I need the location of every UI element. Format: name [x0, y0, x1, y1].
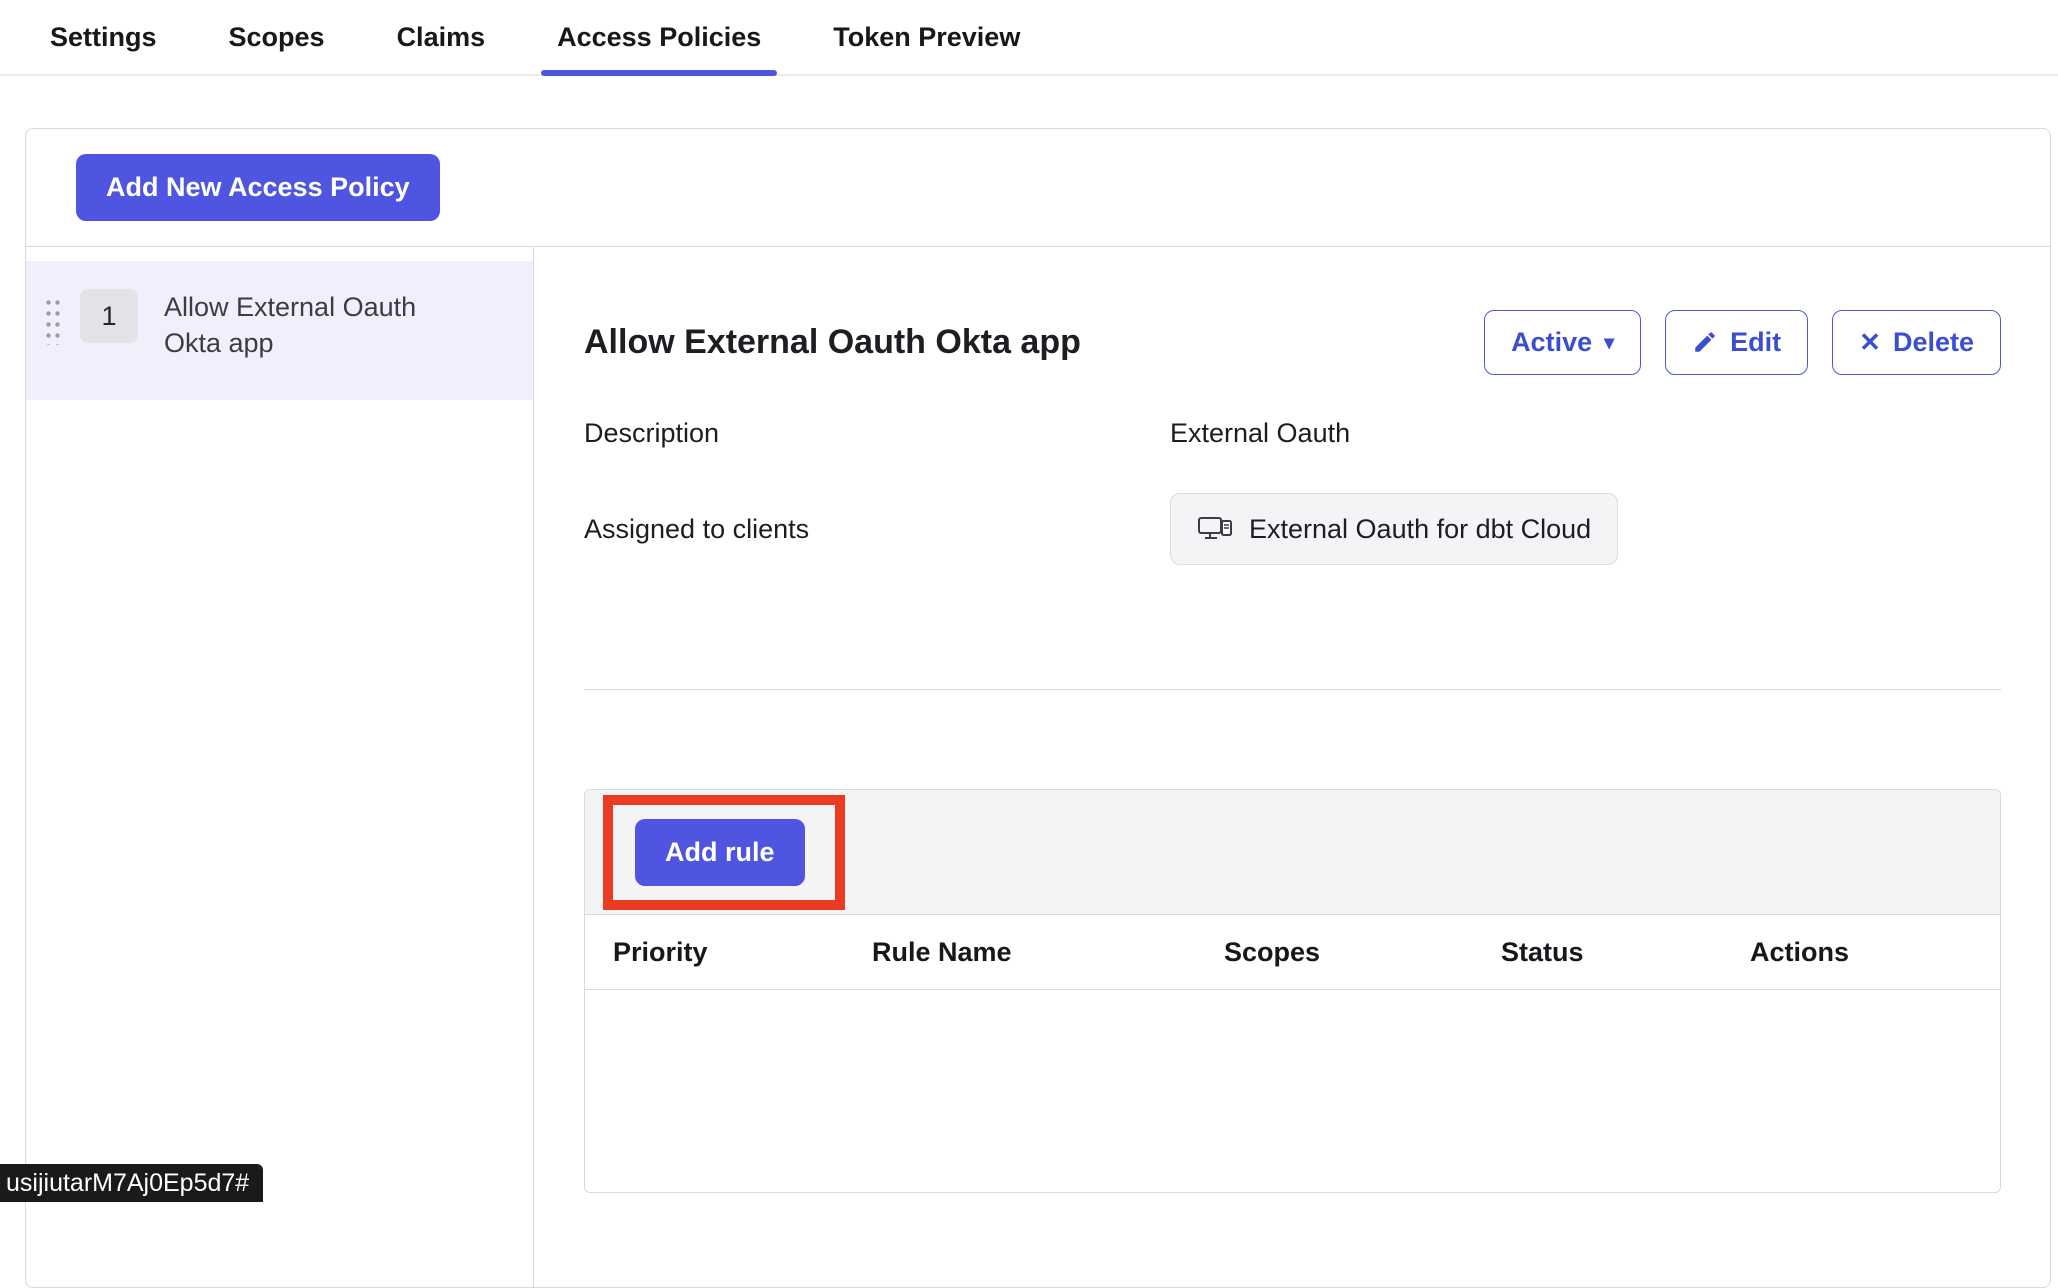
edit-button[interactable]: Edit: [1665, 310, 1808, 375]
policy-priority-badge: 1: [80, 289, 138, 343]
add-rule-button[interactable]: Add rule: [635, 819, 805, 886]
description-label: Description: [584, 418, 1170, 449]
policy-list: 1 Allow External Oauth Okta app: [26, 247, 534, 1287]
description-row: Description External Oauth: [584, 413, 2001, 453]
rules-table-header: Priority Rule Name Scopes Status Actions: [585, 915, 2000, 990]
active-status-label: Active: [1511, 327, 1592, 358]
add-new-access-policy-button[interactable]: Add New Access Policy: [76, 154, 440, 221]
client-chip-label: External Oauth for dbt Cloud: [1249, 514, 1591, 545]
tab-claims[interactable]: Claims: [381, 0, 502, 74]
client-chip[interactable]: External Oauth for dbt Cloud: [1170, 493, 1618, 565]
pencil-icon: [1692, 329, 1718, 355]
policy-name-label: Allow External Oauth Okta app: [164, 289, 454, 362]
delete-button[interactable]: ✕ Delete: [1832, 310, 2001, 375]
rules-section: Add rule Priority Rule Name Scopes Statu…: [584, 789, 2001, 1193]
active-status-dropdown[interactable]: Active ▾: [1484, 310, 1641, 375]
assigned-clients-row: Assigned to clients External Oauth for d…: [584, 493, 2001, 565]
column-header-actions: Actions: [1750, 937, 2000, 968]
tab-token-preview[interactable]: Token Preview: [817, 0, 1036, 74]
policy-title: Allow External Oauth Okta app: [584, 323, 1460, 362]
delete-button-label: Delete: [1893, 327, 1974, 358]
description-value: External Oauth: [1170, 418, 2001, 449]
section-divider: [584, 689, 2001, 690]
policy-list-item[interactable]: 1 Allow External Oauth Okta app: [26, 261, 533, 400]
assigned-clients-label: Assigned to clients: [584, 514, 1170, 545]
detail-title-row: Allow External Oauth Okta app Active ▾ E…: [584, 307, 2001, 377]
tab-bar: Settings Scopes Claims Access Policies T…: [0, 0, 2058, 76]
edit-button-label: Edit: [1730, 327, 1781, 358]
chevron-down-icon: ▾: [1604, 330, 1614, 355]
computer-icon: [1197, 514, 1233, 544]
drag-handle-icon[interactable]: [44, 297, 62, 345]
panel-body: 1 Allow External Oauth Okta app Allow Ex…: [26, 247, 2050, 1287]
tab-access-policies[interactable]: Access Policies: [541, 0, 777, 74]
rules-table-body-empty: [585, 990, 2000, 1192]
policy-detail: Allow External Oauth Okta app Active ▾ E…: [534, 247, 2050, 1287]
tab-settings[interactable]: Settings: [34, 0, 173, 74]
tab-scopes[interactable]: Scopes: [213, 0, 341, 74]
panel-header: Add New Access Policy: [26, 129, 2050, 247]
access-policies-panel: Add New Access Policy 1 Allow External O…: [25, 128, 2051, 1288]
add-rule-annotation-wrap: Add rule: [635, 819, 805, 886]
column-header-status: Status: [1501, 937, 1750, 968]
rules-header: Add rule: [585, 790, 2000, 915]
column-header-priority: Priority: [613, 937, 872, 968]
column-header-scopes: Scopes: [1224, 937, 1501, 968]
column-header-rule-name: Rule Name: [872, 937, 1224, 968]
close-icon: ✕: [1859, 327, 1881, 358]
link-status-tooltip: usijiutarM7Aj0Ep5d7#: [0, 1164, 263, 1202]
